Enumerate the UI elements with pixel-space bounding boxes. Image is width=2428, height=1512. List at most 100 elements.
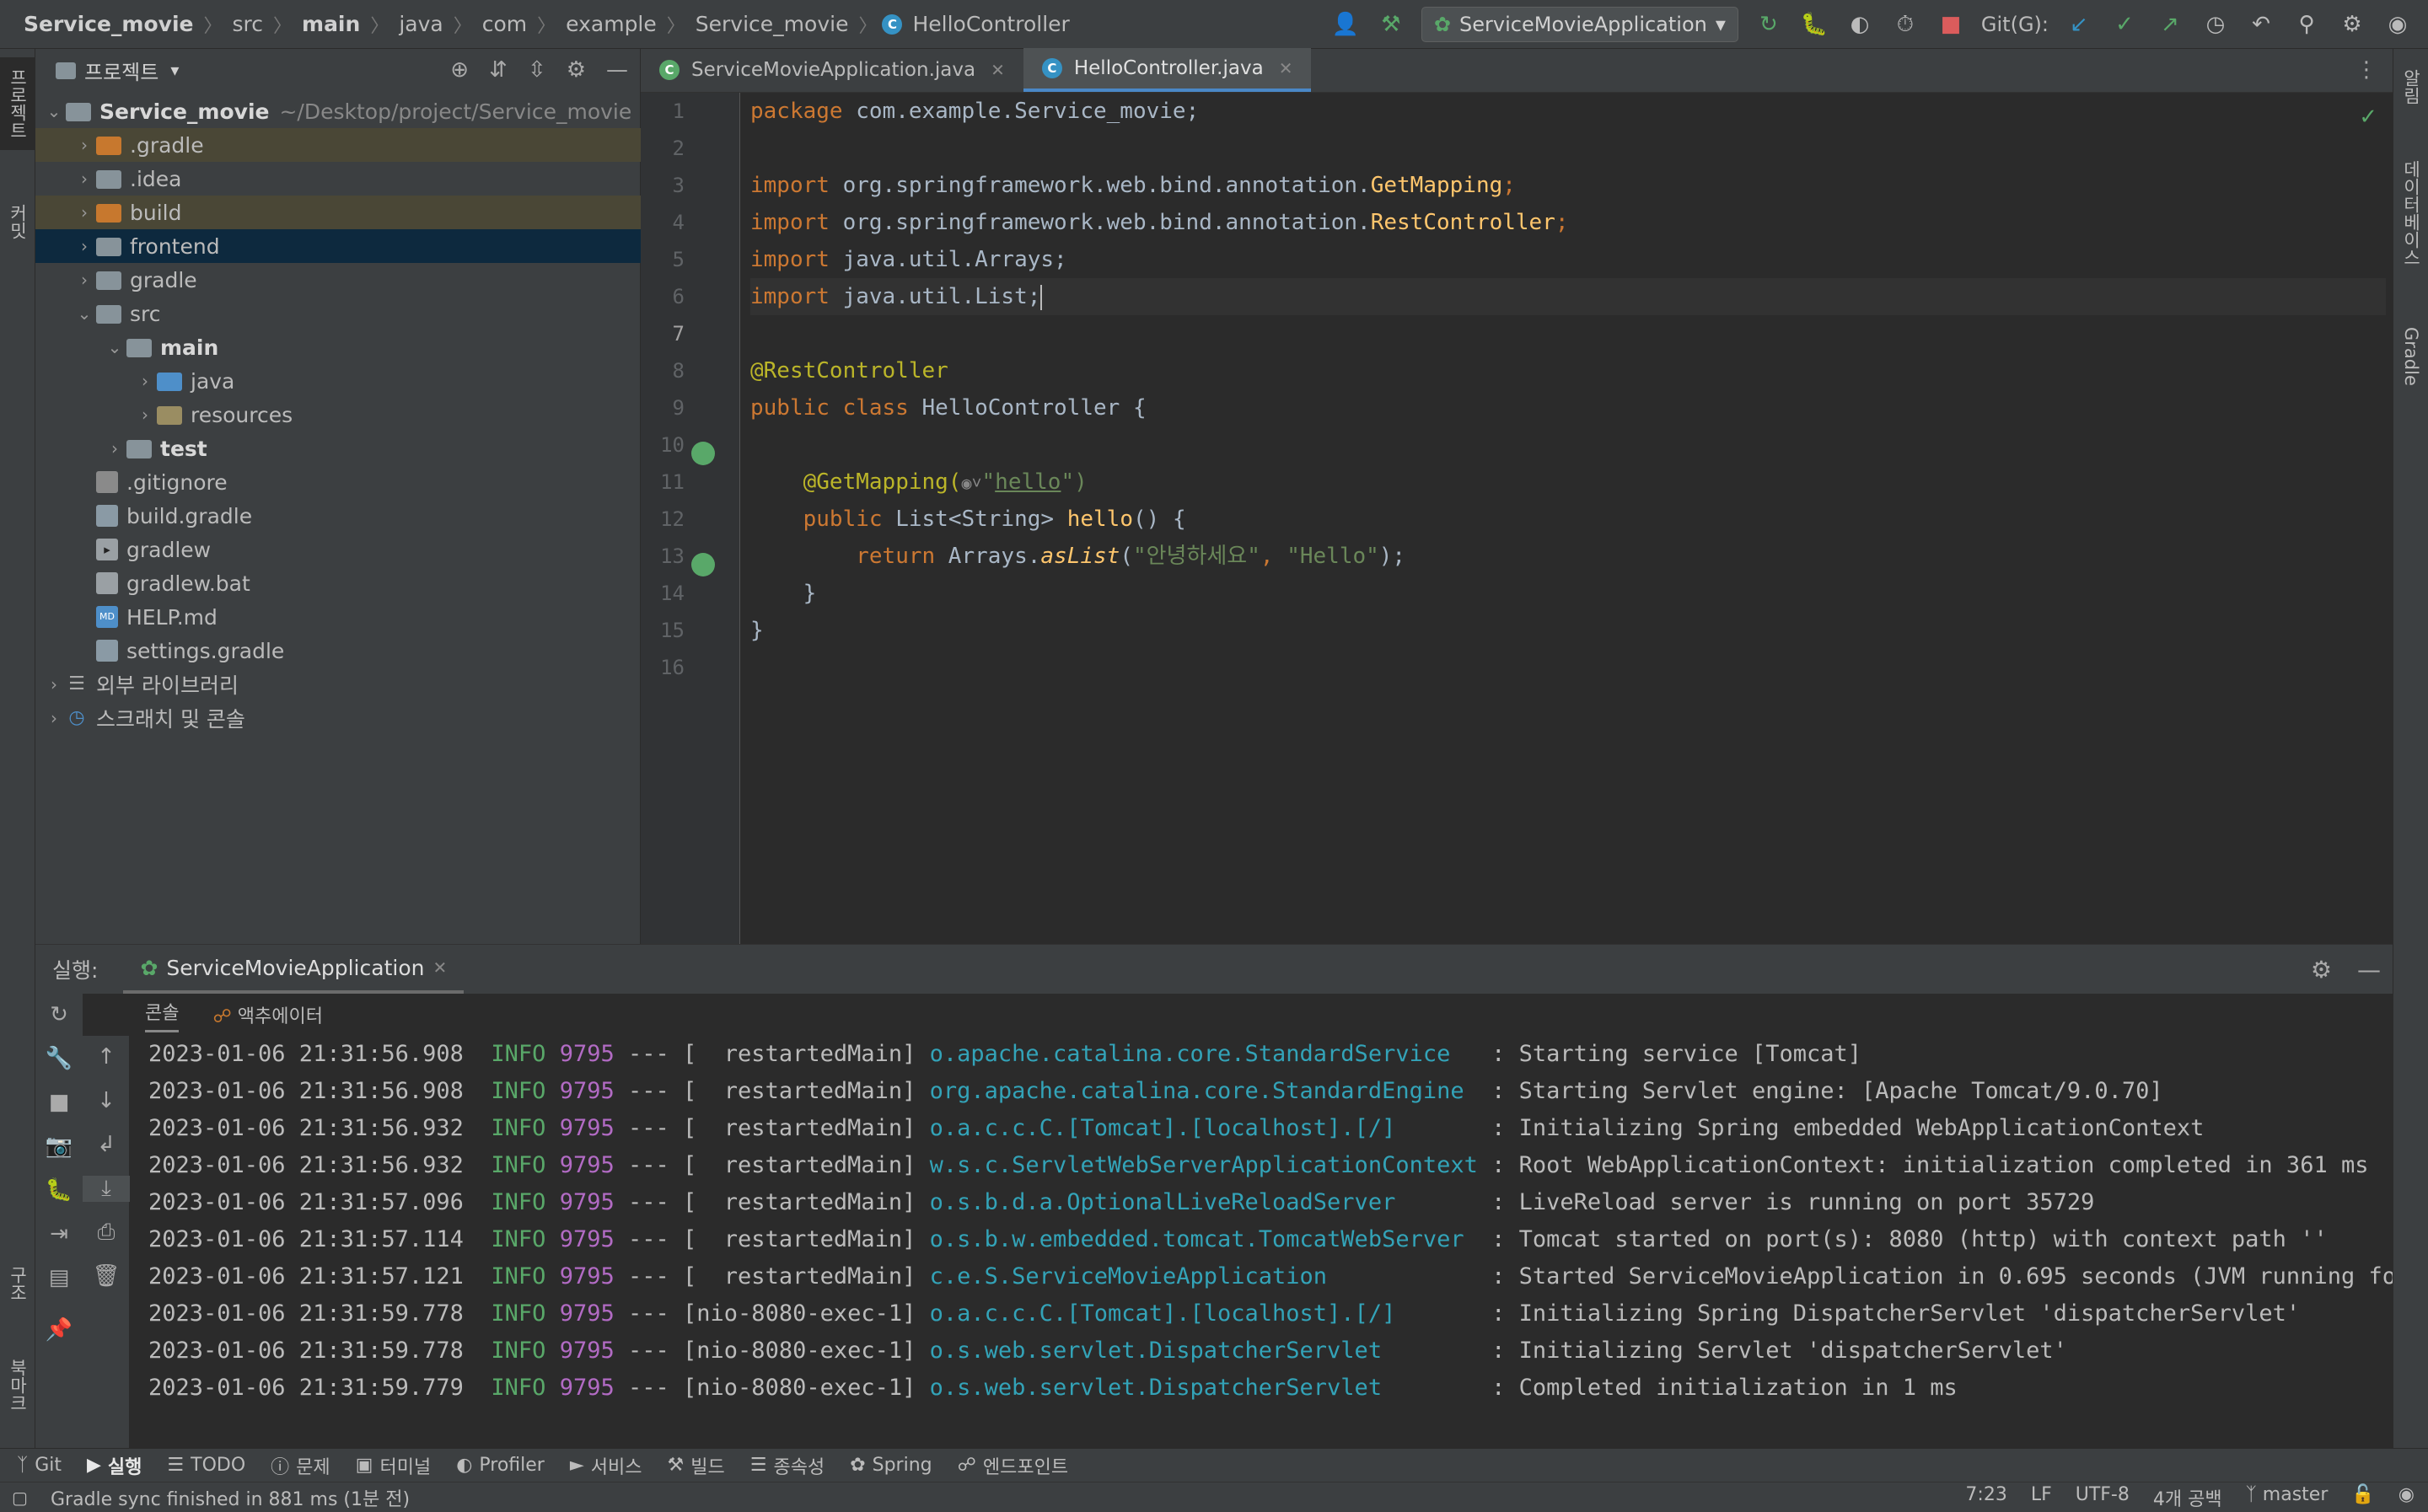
debug-icon[interactable]: 🐛 <box>35 1177 83 1203</box>
gear-icon[interactable]: ⚙ <box>2311 956 2332 984</box>
tree-item-scratches[interactable]: › ◷ 스크래치 및 콘솔 <box>35 701 641 735</box>
layout-icon[interactable]: ▤ <box>35 1265 83 1290</box>
file-encoding[interactable]: UTF-8 <box>2076 1484 2130 1511</box>
bookmarks-tool-tab[interactable]: 북마크 <box>0 1347 35 1423</box>
soft-wrap-icon[interactable]: ↲ <box>83 1132 130 1157</box>
hide-icon[interactable]: — <box>606 57 628 83</box>
gear-icon[interactable]: ⚙ <box>567 57 586 83</box>
stop-icon[interactable]: ■ <box>35 1090 83 1115</box>
tree-item-external-libraries[interactable]: › ☰ 외부 라이브러리 <box>35 668 641 701</box>
debug-icon[interactable]: 🐛 <box>1799 9 1829 40</box>
close-icon[interactable]: ✕ <box>1279 58 1293 78</box>
indent-setting[interactable]: 4개 공백 <box>2153 1484 2222 1511</box>
notifications-tool-tab[interactable]: 알림 <box>2393 57 2428 116</box>
exit-icon[interactable]: ⇥ <box>35 1221 83 1247</box>
tool-tab-terminal[interactable]: ▣ 터미널 <box>356 1452 432 1479</box>
breadcrumb-item-java[interactable]: java <box>394 12 448 36</box>
coverage-icon[interactable]: ◐ <box>1845 9 1875 40</box>
tool-tab-endpoints[interactable]: ☍ 엔드포인트 <box>958 1452 1068 1479</box>
chevron-right-icon[interactable]: › <box>73 169 96 189</box>
collapse-all-icon[interactable]: ⇳ <box>528 57 546 83</box>
tree-item-gradlew[interactable]: ▸ gradlew <box>35 533 641 566</box>
chevron-right-icon[interactable]: › <box>73 135 96 155</box>
stop-icon[interactable]: ■ <box>1936 9 1966 40</box>
arrow-up-icon[interactable]: ↑ <box>83 1044 130 1070</box>
chevron-right-icon[interactable]: › <box>73 270 96 290</box>
tool-tab-run[interactable]: ▶ 실행 <box>87 1452 142 1479</box>
hide-icon[interactable]: — <box>2357 956 2381 984</box>
breadcrumb-item-src[interactable]: src <box>228 12 269 36</box>
close-icon[interactable]: ✕ <box>432 957 447 978</box>
chevron-right-icon[interactable]: › <box>73 236 96 256</box>
search-icon[interactable]: ⚲ <box>2291 9 2322 40</box>
breadcrumb-item-project[interactable]: Service_movie <box>19 12 198 36</box>
database-tool-tab[interactable]: 데이터베이스 <box>2393 142 2428 285</box>
chevron-right-icon[interactable]: › <box>73 202 96 223</box>
subtab-console[interactable]: 콘솔 <box>145 998 180 1032</box>
tool-tab-profiler[interactable]: ◐ Profiler <box>456 1455 545 1476</box>
url-link[interactable]: hello <box>995 469 1061 495</box>
tool-tab-git[interactable]: ᛉ Git <box>17 1455 62 1476</box>
tree-item-idea[interactable]: › .idea <box>35 162 641 196</box>
breadcrumb-item-example[interactable]: example <box>561 12 662 36</box>
spring-bean-gutter-icon[interactable] <box>691 442 715 465</box>
arrow-down-icon[interactable]: ↓ <box>83 1088 130 1113</box>
tree-item-help-md[interactable]: MD HELP.md <box>35 600 641 634</box>
gear-icon[interactable]: ⚙ <box>2337 9 2367 40</box>
project-tool-tab[interactable]: 프로젝트 <box>0 57 35 150</box>
editor-tab-service-movie-application[interactable]: C ServiceMovieApplication.java ✕ <box>641 48 1023 92</box>
breadcrumb-item-main[interactable]: main <box>297 12 365 36</box>
tree-item-test[interactable]: › test <box>35 432 641 465</box>
tool-tab-todo[interactable]: ☰ TODO <box>167 1455 245 1476</box>
tree-item-settings-gradle[interactable]: settings.gradle <box>35 634 641 668</box>
tree-item-gradle-cache[interactable]: › .gradle <box>35 128 641 162</box>
breadcrumb-item-com[interactable]: com <box>477 12 532 36</box>
git-history-icon[interactable]: ◷ <box>2200 9 2231 40</box>
tool-tab-spring[interactable]: ✿ Spring <box>850 1455 932 1476</box>
structure-tool-tab[interactable]: 구조 <box>0 1254 35 1313</box>
tool-tab-dependencies[interactable]: ☰ 종속성 <box>750 1452 825 1479</box>
tool-tab-services[interactable]: ► 서비스 <box>570 1452 642 1479</box>
gradle-tool-tab[interactable]: Gradle <box>2393 310 2428 403</box>
rerun-icon[interactable]: ↻ <box>35 1002 83 1027</box>
tree-item-build-gradle[interactable]: build.gradle <box>35 499 641 533</box>
toggle-tool-windows-icon[interactable]: ▢ <box>12 1488 28 1508</box>
memory-indicator-icon[interactable]: ◉ <box>2398 1484 2415 1511</box>
rerun-icon[interactable]: ↻ <box>1754 9 1784 40</box>
chevron-down-icon[interactable]: ⌄ <box>73 303 96 324</box>
globe-icon[interactable]: ◉˅ <box>961 473 981 493</box>
chevron-right-icon[interactable]: › <box>133 371 157 391</box>
close-icon[interactable]: ✕ <box>991 60 1005 80</box>
breadcrumb-item-package[interactable]: Service_movie <box>690 12 854 36</box>
chevron-right-icon[interactable]: › <box>42 708 66 728</box>
chevron-right-icon[interactable]: › <box>133 405 157 425</box>
tool-tab-build[interactable]: ⚒ 빌드 <box>668 1452 725 1479</box>
wrench-icon[interactable]: 🔧 <box>35 1046 83 1071</box>
project-panel-title[interactable]: 프로젝트 <box>84 56 158 85</box>
git-branch-widget[interactable]: ᛉ master <box>2246 1484 2329 1511</box>
tree-item-gitignore[interactable]: .gitignore <box>35 465 641 499</box>
caret-position[interactable]: 7:23 <box>1965 1484 2006 1511</box>
lock-icon[interactable]: 🔓 <box>2351 1484 2374 1511</box>
chevron-down-icon[interactable]: ▾ <box>170 60 179 80</box>
print-icon[interactable]: ⎙ <box>83 1220 130 1246</box>
tree-item-gradle[interactable]: › gradle <box>35 263 641 297</box>
tree-item-resources[interactable]: › resources <box>35 398 641 432</box>
run-tab-service-movie-application[interactable]: ✿ ServiceMovieApplication ✕ <box>123 945 465 994</box>
line-separator[interactable]: LF <box>2031 1484 2052 1511</box>
locate-icon[interactable]: ⊕ <box>450 57 469 83</box>
chevron-right-icon[interactable]: › <box>42 674 66 694</box>
pin-icon[interactable]: 📌 <box>35 1317 83 1343</box>
more-options-icon[interactable]: ⋮ <box>2355 57 2377 83</box>
chevron-down-icon[interactable]: ⌄ <box>42 101 66 121</box>
console-output[interactable]: 2023-01-06 21:31:56.908 INFO 9795 --- [ … <box>130 1036 2393 1449</box>
user-icon[interactable]: 👤 <box>1330 9 1361 40</box>
subtab-actuator[interactable]: ☍ 액추에이터 <box>212 1001 322 1028</box>
status-message[interactable]: Gradle sync finished in 881 ms (1분 전) <box>0 1484 410 1511</box>
run-configuration-select[interactable]: ✿ ServiceMovieApplication ▾ <box>1421 7 1738 42</box>
tree-item-java[interactable]: › java <box>35 364 641 398</box>
tree-item-gradlew-bat[interactable]: gradlew.bat <box>35 566 641 600</box>
tree-item-frontend[interactable]: › frontend <box>35 229 641 263</box>
commit-tool-tab[interactable]: 커밋 <box>0 184 35 260</box>
tree-item-main[interactable]: ⌄ main <box>35 330 641 364</box>
